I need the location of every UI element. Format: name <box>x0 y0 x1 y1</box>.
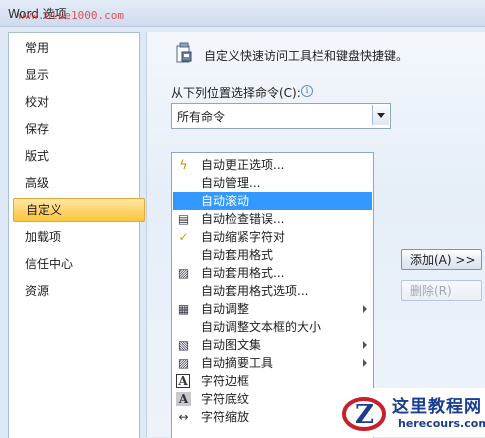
command-label: 自动调整 <box>201 302 250 316</box>
command-label: 自动套用格式... <box>201 266 285 280</box>
chevron-right-icon <box>363 341 367 349</box>
choose-commands-label: 从下列位置选择命令(C): <box>171 86 301 100</box>
char-shading-icon: A <box>176 392 191 406</box>
logo-icon: Z <box>342 397 386 431</box>
command-label: 自动检查错误... <box>201 212 285 226</box>
check-error-icon: ▤ <box>177 212 190 226</box>
sidebar-item[interactable]: 资源 <box>13 279 143 303</box>
command-label: 自动图文集 <box>201 338 262 352</box>
command-label: 自动摘要工具 <box>201 356 274 370</box>
options-sidebar: 常用显示校对保存版式高级自定义加载项信任中心资源 <box>8 32 145 438</box>
logo-url: herecours.com <box>398 417 485 430</box>
logo-name: 这里教程网 <box>392 397 482 417</box>
command-item[interactable]: ▤ 自动检查错误... <box>173 210 372 228</box>
svg-text:Z: Z <box>355 400 374 430</box>
chevron-right-icon <box>363 305 367 313</box>
command-label: 字符底纹 <box>201 392 250 406</box>
autoformat-icon: ▨ <box>177 266 190 280</box>
command-label: 自动滚动 <box>201 194 250 208</box>
command-item[interactable]: ▨ 自动套用格式... <box>173 264 372 282</box>
command-label: 字符缩放 <box>201 410 250 424</box>
command-label: 自动套用格式选项... <box>201 284 309 298</box>
command-item[interactable]: 自动滚动 <box>173 192 372 210</box>
sidebar-item[interactable]: 常用 <box>13 36 143 60</box>
char-border-icon: A <box>176 374 190 388</box>
sidebar-item[interactable]: 显示 <box>13 63 143 87</box>
command-item[interactable]: ▦ 自动调整 <box>173 300 372 318</box>
command-label: 自动调整文本框的大小 <box>201 320 322 334</box>
sidebar-item[interactable]: 校对 <box>13 90 143 114</box>
remove-button[interactable]: 删除(R) <box>401 280 482 301</box>
command-item[interactable]: ▨ 自动摘要工具 <box>173 354 372 372</box>
lightning-icon: ϟ <box>179 158 188 172</box>
command-item[interactable]: ▧ 自动图文集 <box>173 336 372 354</box>
summary-icon: ▨ <box>177 356 190 370</box>
command-label: 自动更正选项... <box>201 158 285 172</box>
checkmark-icon: ✓ <box>178 230 189 244</box>
command-label: 字符边框 <box>201 374 250 388</box>
command-item[interactable]: 自动套用格式 <box>173 246 372 264</box>
autofit-icon: ▦ <box>177 302 190 316</box>
command-item[interactable]: ✓ 自动缩紧字符对 <box>173 228 372 246</box>
add-button[interactable]: 添加(A) >> <box>401 249 482 270</box>
command-label: 自动缩紧字符对 <box>201 230 286 244</box>
sidebar-item[interactable]: 加载项 <box>13 225 143 249</box>
sidebar-item[interactable]: 保存 <box>13 117 143 141</box>
section-header: 自定义快速访问工具栏和键盘快捷键。 <box>204 49 409 63</box>
dropdown-value: 所有命令 <box>177 110 226 124</box>
autotext-icon: ▧ <box>177 338 190 352</box>
sidebar-item[interactable]: 信任中心 <box>13 252 143 276</box>
quick-access-toolbar-icon <box>176 42 192 63</box>
chevron-right-icon <box>363 359 367 367</box>
command-item[interactable]: 自动套用格式选项... <box>173 282 372 300</box>
command-item[interactable]: ϟ 自动更正选项... <box>173 156 372 174</box>
chevron-down-icon[interactable] <box>372 105 389 125</box>
site-logo: Z 这里教程网 herecours.com <box>336 388 485 437</box>
command-label: 自动套用格式 <box>201 248 274 262</box>
command-item[interactable]: 自动调整文本框的大小 <box>173 318 372 336</box>
sidebar-item[interactable]: 高级 <box>13 171 143 195</box>
sidebar-item[interactable]: 自定义 <box>13 198 145 222</box>
watermark-text: www.blue1000.com <box>18 9 124 22</box>
title-bar: Word 选项 www.blue1000.com <box>0 0 485 27</box>
command-item[interactable]: 自动管理... <box>173 174 372 192</box>
command-label: 自动管理... <box>201 176 261 190</box>
info-icon[interactable]: i <box>301 85 313 97</box>
choose-commands-dropdown[interactable]: 所有命令 <box>171 103 391 129</box>
sidebar-item[interactable]: 版式 <box>13 144 143 168</box>
char-scale-icon: ↔ <box>178 410 189 424</box>
